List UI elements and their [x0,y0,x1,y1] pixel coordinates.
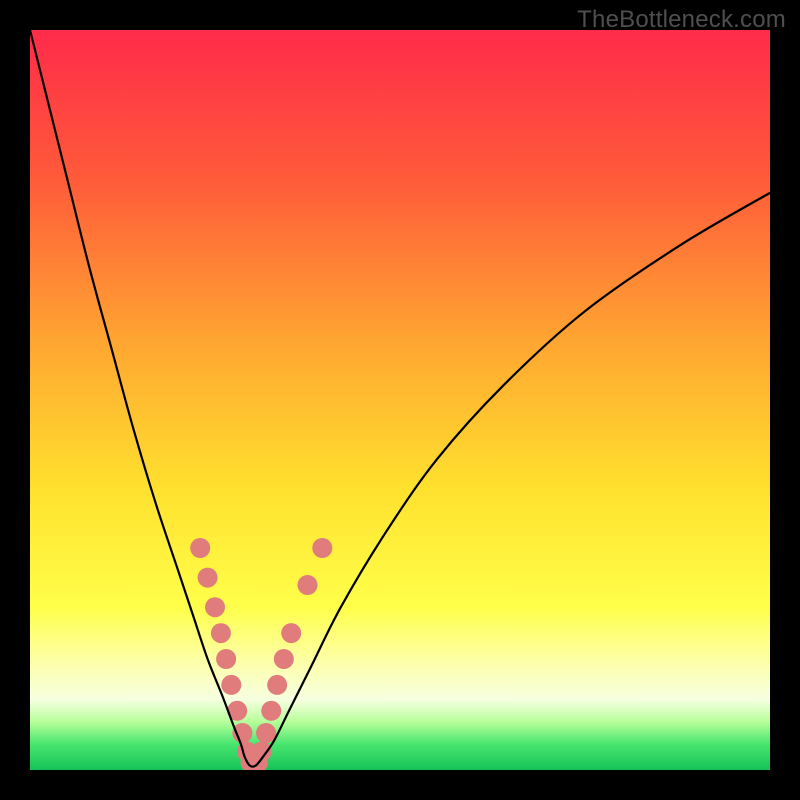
highlight-dot [190,538,210,558]
chart-svg [30,30,770,770]
highlight-dot [205,597,225,617]
highlight-dot [312,538,332,558]
highlight-dot [211,623,231,643]
highlight-dot [267,675,287,695]
highlight-dot [256,723,276,743]
watermark-text: TheBottleneck.com [577,6,786,34]
plot-area [30,30,770,770]
chart-frame: TheBottleneck.com [0,0,800,800]
highlight-dot [298,575,318,595]
gradient-background [30,30,770,770]
highlight-dot [216,649,236,669]
highlight-dot [198,568,218,588]
highlight-dot [261,701,281,721]
highlight-dot [281,623,301,643]
highlight-dot [274,649,294,669]
highlight-dot [221,675,241,695]
